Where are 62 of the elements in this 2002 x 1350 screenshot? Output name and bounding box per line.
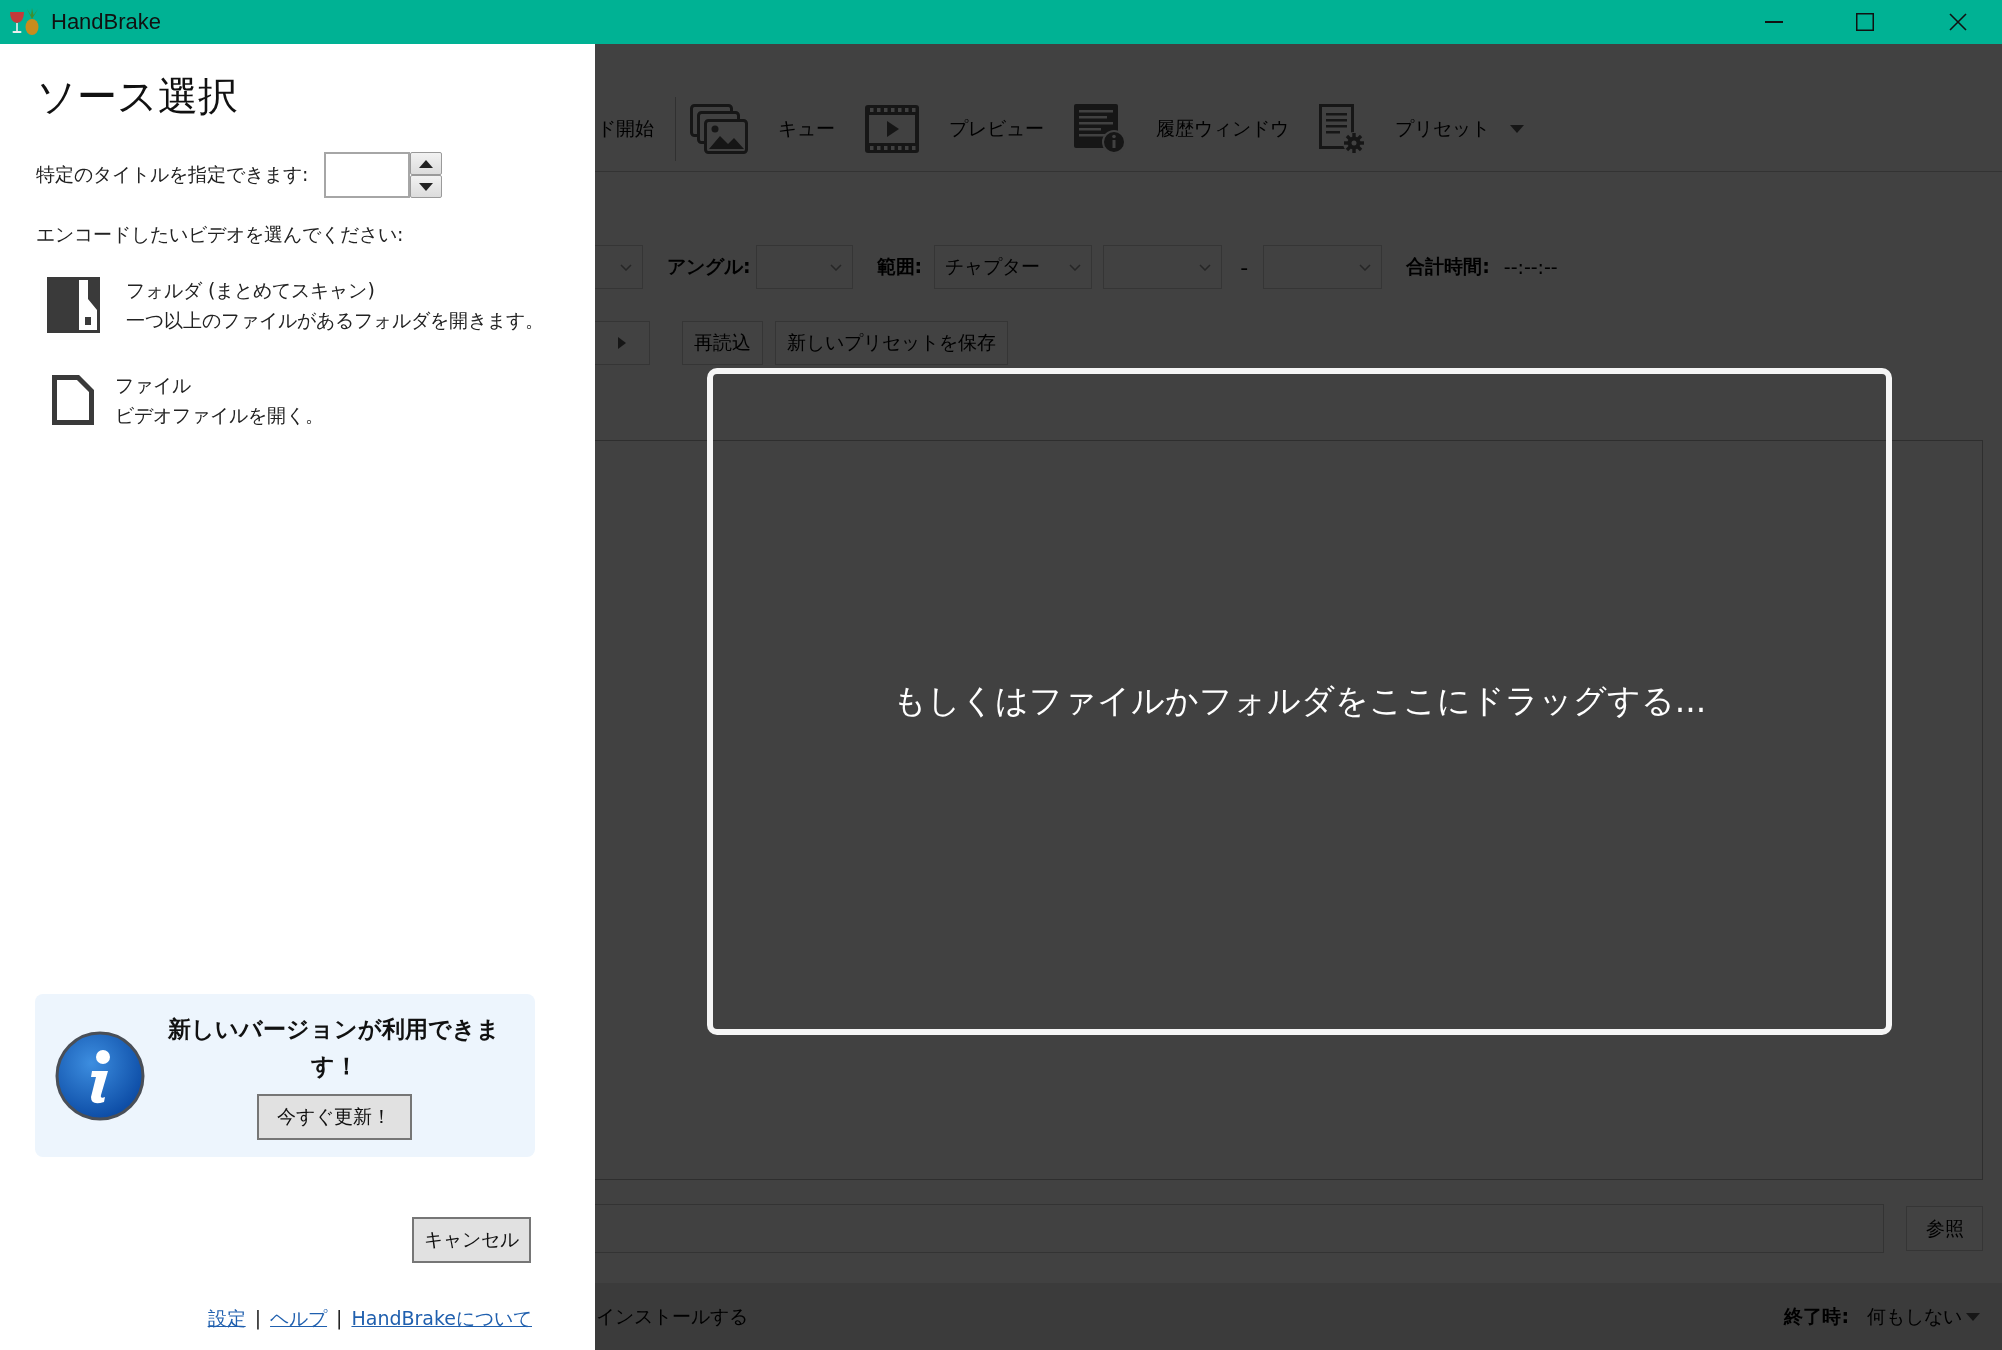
field-label: 合計時間: bbox=[1406, 254, 1490, 279]
link-separator: | bbox=[254, 1306, 262, 1330]
browse-button[interactable]: 参照 bbox=[1906, 1206, 1983, 1251]
update-message: 新しいバージョンが利用できます！ bbox=[167, 1015, 501, 1081]
duration-value: --:--:-- bbox=[1503, 256, 1558, 278]
footer-link[interactable]: 設定 bbox=[207, 1306, 246, 1330]
info-icon bbox=[55, 1030, 145, 1121]
log-info-icon bbox=[1074, 103, 1126, 154]
toolbar-button[interactable]: ド開始 bbox=[597, 115, 654, 142]
footer-link[interactable]: HandBrakeについて bbox=[351, 1306, 532, 1330]
toolbar-button[interactable]: キュー bbox=[690, 103, 835, 154]
chevron-down-icon bbox=[1359, 263, 1372, 271]
maximize-icon[interactable] bbox=[1856, 13, 1874, 31]
chevron-down-icon bbox=[1199, 263, 1212, 271]
pineapple-glass-icon bbox=[9, 8, 41, 36]
action-button[interactable]: 再読込 bbox=[682, 321, 763, 365]
dropdown[interactable]: チャプター bbox=[934, 245, 1093, 289]
link-separator: | bbox=[336, 1306, 343, 1330]
chevron-down-icon bbox=[1069, 263, 1082, 271]
dropdown[interactable] bbox=[1103, 245, 1223, 289]
toolbar-button[interactable]: プレビュー bbox=[865, 104, 1044, 153]
up-arrow-icon bbox=[419, 159, 434, 168]
panel-title: ソース選択 bbox=[36, 72, 239, 121]
destination-field[interactable] bbox=[595, 1204, 1884, 1253]
source-option[interactable]: ファイル ビデオファイルを開く。 bbox=[36, 370, 330, 430]
field-label: 範囲: bbox=[876, 254, 923, 279]
toolbar-button[interactable]: プリセット bbox=[1319, 103, 1524, 154]
status-message: インストールする bbox=[596, 1303, 748, 1329]
dropdown[interactable] bbox=[1263, 245, 1383, 289]
dropdown[interactable] bbox=[595, 245, 643, 289]
spin-up-button[interactable] bbox=[410, 152, 443, 175]
spin-down-button[interactable] bbox=[410, 175, 443, 198]
prompt-text: エンコードしたいビデオを選んでください: bbox=[36, 222, 405, 246]
title-number-field[interactable] bbox=[324, 152, 411, 198]
document-gear-icon bbox=[1319, 103, 1365, 154]
close-icon[interactable] bbox=[1949, 13, 1967, 31]
when-done-dropdown[interactable]: 何もしない bbox=[1867, 1303, 1980, 1330]
folder-icon bbox=[47, 277, 100, 333]
play-icon bbox=[618, 337, 626, 349]
range-dash: - bbox=[1240, 254, 1249, 280]
title-picker-label: 特定のタイトルを指定できます: bbox=[36, 162, 309, 187]
down-arrow-icon bbox=[419, 182, 434, 191]
minimize-icon[interactable] bbox=[1765, 21, 1783, 23]
chevron-down-icon bbox=[620, 263, 632, 271]
dropdown[interactable] bbox=[755, 245, 853, 289]
window-title: HandBrake bbox=[51, 9, 162, 35]
caret-icon bbox=[1966, 1312, 1980, 1321]
file-icon bbox=[52, 375, 94, 425]
image-stack-icon bbox=[690, 103, 748, 154]
field-label: アングル: bbox=[667, 254, 751, 279]
cancel-button[interactable]: キャンセル bbox=[412, 1217, 531, 1263]
drop-zone[interactable]: もしくはファイルかフォルダをここにドラッグする... bbox=[707, 368, 1892, 1035]
film-play-icon bbox=[865, 104, 919, 153]
drop-hint: もしくはファイルかフォルダをここにドラッグする... bbox=[892, 680, 1707, 722]
source-option[interactable]: フォルダ (まとめてスキャン) 一つ以上のファイルがあるフォルダを開きます。 bbox=[36, 275, 550, 335]
footer-link[interactable]: ヘルプ bbox=[270, 1306, 328, 1330]
chevron-down-icon bbox=[829, 263, 842, 271]
update-now-button[interactable]: 今すぐ更新！ bbox=[256, 1094, 412, 1140]
toolbar-button[interactable]: 履歴ウィンドウ bbox=[1074, 103, 1289, 154]
play-button[interactable] bbox=[595, 321, 650, 365]
when-done-label: 終了時: bbox=[1784, 1303, 1849, 1329]
action-button[interactable]: 新しいプリセットを保存 bbox=[775, 321, 1008, 365]
